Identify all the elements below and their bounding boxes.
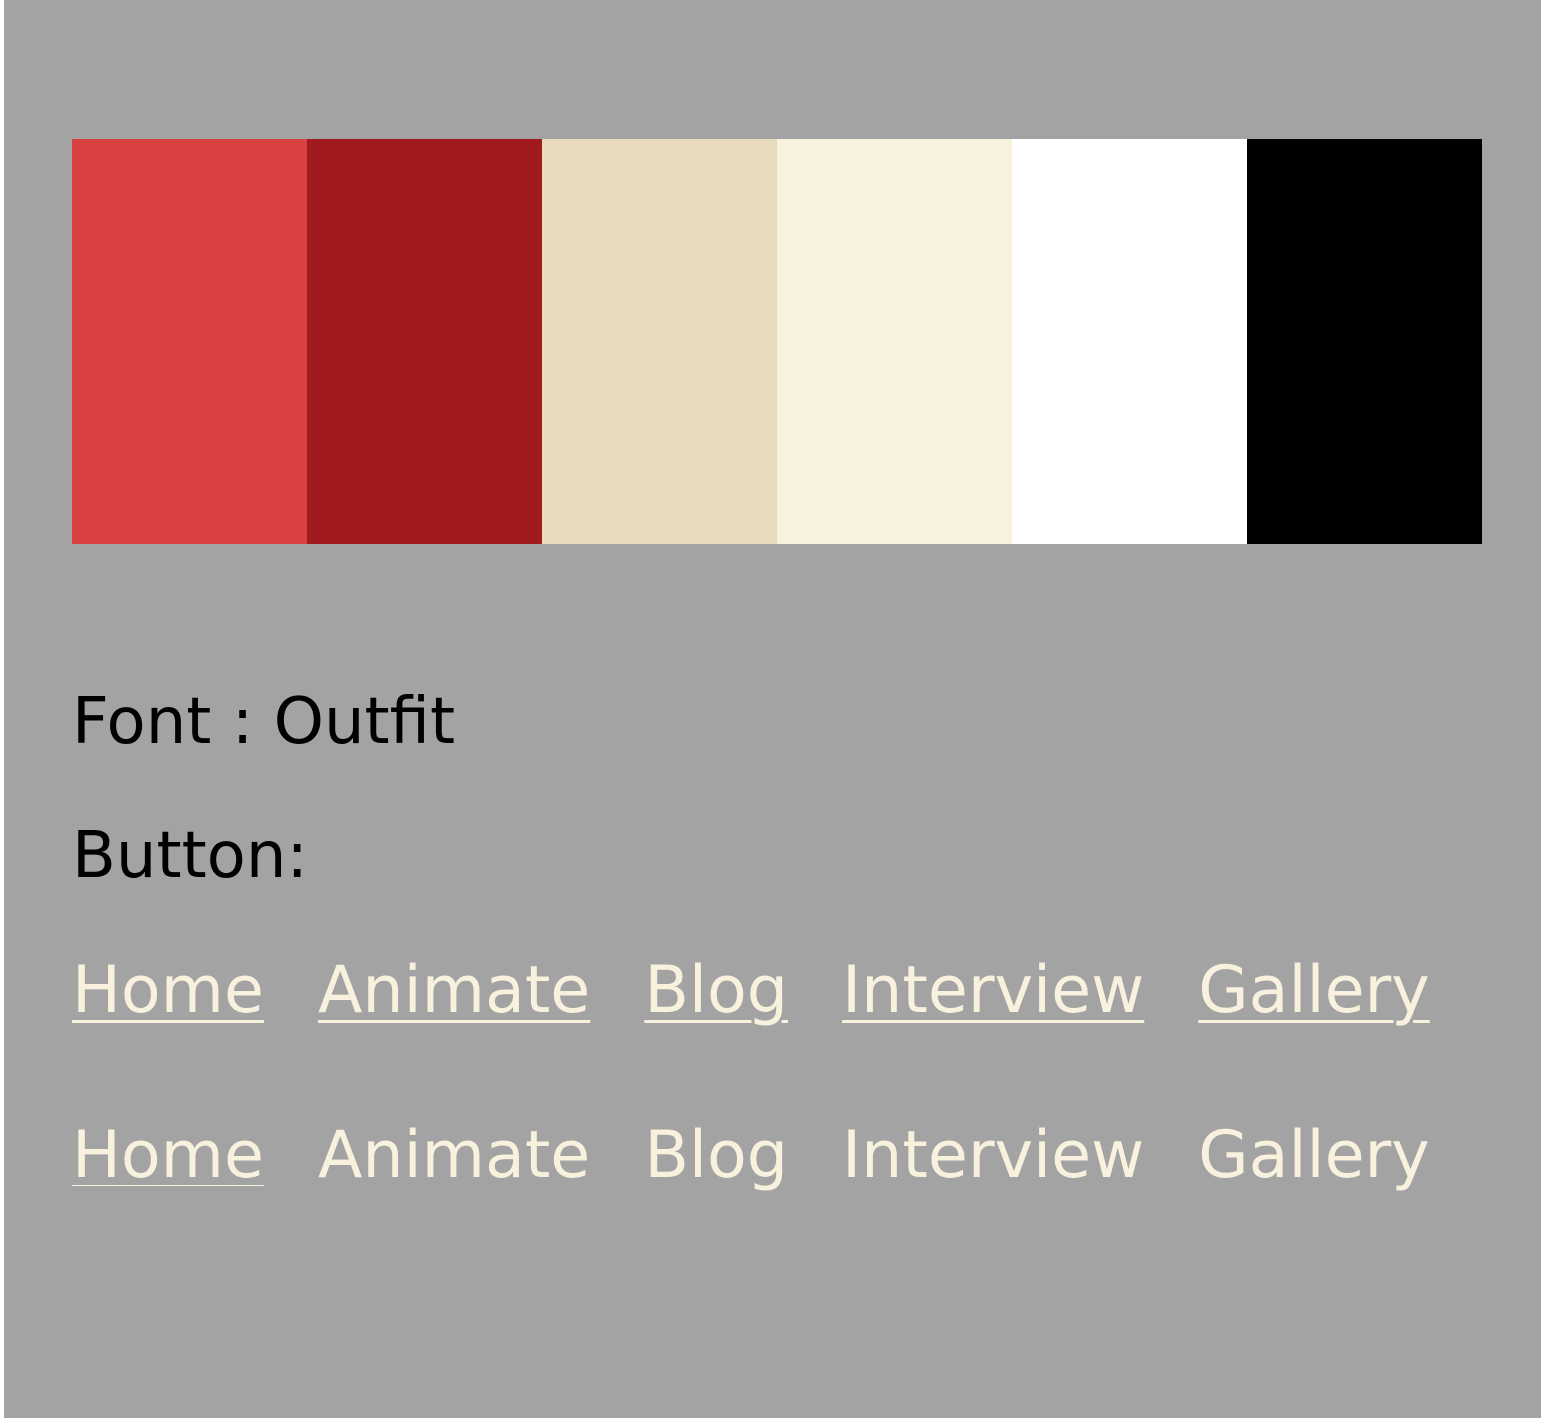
swatch-black bbox=[1247, 139, 1482, 544]
nav-link-blog[interactable]: Blog bbox=[644, 1115, 788, 1197]
nav-link-interview[interactable]: Interview bbox=[842, 1115, 1144, 1197]
swatch-cream bbox=[777, 139, 1012, 544]
nav-link-gallery[interactable]: Gallery bbox=[1198, 950, 1430, 1032]
swatch-dark-red bbox=[307, 139, 542, 544]
swatch-beige bbox=[542, 139, 777, 544]
nav-link-interview[interactable]: Interview bbox=[842, 950, 1144, 1032]
button-label: Button: bbox=[72, 819, 308, 893]
style-guide-canvas: Font : Outfit Button: Home Animate Blog … bbox=[4, 0, 1541, 1418]
nav-row-underlined: Home Animate Blog Interview Gallery bbox=[72, 950, 1430, 1032]
swatch-red bbox=[72, 139, 307, 544]
nav-row-plain: Home Animate Blog Interview Gallery bbox=[72, 1115, 1430, 1197]
nav-link-gallery[interactable]: Gallery bbox=[1198, 1115, 1430, 1197]
nav-link-animate[interactable]: Animate bbox=[318, 1115, 590, 1197]
nav-link-blog[interactable]: Blog bbox=[644, 950, 788, 1032]
font-label: Font : Outfit bbox=[72, 685, 456, 759]
nav-link-home[interactable]: Home bbox=[72, 1115, 264, 1197]
nav-link-home[interactable]: Home bbox=[72, 950, 264, 1032]
swatch-white bbox=[1012, 139, 1247, 544]
color-palette bbox=[72, 139, 1482, 544]
nav-link-animate[interactable]: Animate bbox=[318, 950, 590, 1032]
